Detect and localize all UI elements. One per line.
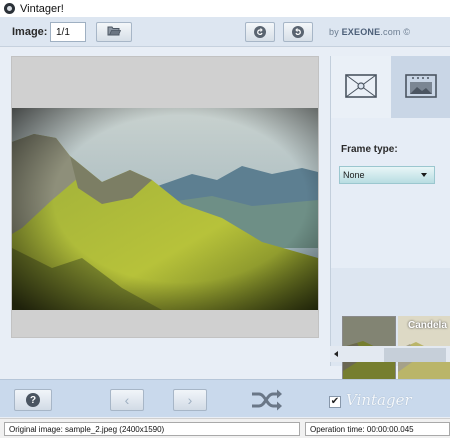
brand-suffix: .com © (380, 27, 411, 37)
shuffle-button[interactable] (250, 388, 284, 412)
frame-type-value: None (343, 170, 365, 180)
image-index-input[interactable] (50, 22, 86, 42)
image-label: Image: (12, 26, 48, 38)
tab-frames[interactable] (331, 56, 391, 118)
vintager-checkbox[interactable]: ✔ (329, 396, 341, 408)
thumbnail-caption: Candela (408, 320, 447, 331)
main-content: Frame type: None Candela (0, 48, 450, 392)
scrollbar-thumb[interactable] (384, 348, 446, 362)
status-bar: Original image: sample_2.jpeg (2400x1590… (0, 418, 450, 438)
thumbnail-scrollbar[interactable] (330, 346, 450, 362)
frame-type-select[interactable]: None (339, 166, 435, 184)
previous-button[interactable]: ‹ (110, 389, 144, 411)
folder-open-icon (107, 25, 122, 39)
operation-time-status: Operation time: 00:00:00.045 (305, 422, 450, 436)
next-button[interactable]: › (173, 389, 207, 411)
chevron-down-icon (421, 173, 427, 177)
scroll-left-icon[interactable] (334, 351, 338, 357)
photo-border-icon (404, 73, 438, 102)
original-image-status: Original image: sample_2.jpeg (2400x1590… (4, 422, 300, 436)
brand-link[interactable]: by EXEONE.com © (329, 27, 410, 37)
frame-type-label: Frame type: (341, 144, 398, 155)
open-folder-button[interactable] (96, 22, 132, 42)
brand-prefix: by (329, 27, 342, 37)
chevron-left-icon: ‹ (124, 392, 130, 408)
image-canvas (11, 56, 319, 338)
window-title: Vintager! (20, 2, 64, 15)
help-button[interactable]: ? (14, 389, 52, 411)
redo-button[interactable] (283, 22, 313, 42)
frame-ornament-icon (344, 73, 378, 102)
preview-photo (12, 108, 318, 310)
brand-name: EXEONE (341, 27, 381, 37)
vintager-logo: Vintager (346, 391, 412, 409)
app-icon (4, 3, 15, 14)
tab-border[interactable] (391, 56, 450, 118)
title-bar: Vintager! (0, 0, 450, 17)
bottom-bar: ? ‹ › ✔ Vintager (0, 379, 450, 417)
redo-icon (292, 26, 304, 38)
help-icon: ? (26, 393, 40, 407)
undo-button[interactable] (245, 22, 275, 42)
shuffle-icon (252, 389, 282, 411)
toolbar: Image: by EXEONE.com © (0, 17, 450, 47)
undo-icon (254, 26, 266, 38)
chevron-right-icon: › (187, 392, 193, 408)
frame-options: Frame type: None (331, 118, 450, 268)
